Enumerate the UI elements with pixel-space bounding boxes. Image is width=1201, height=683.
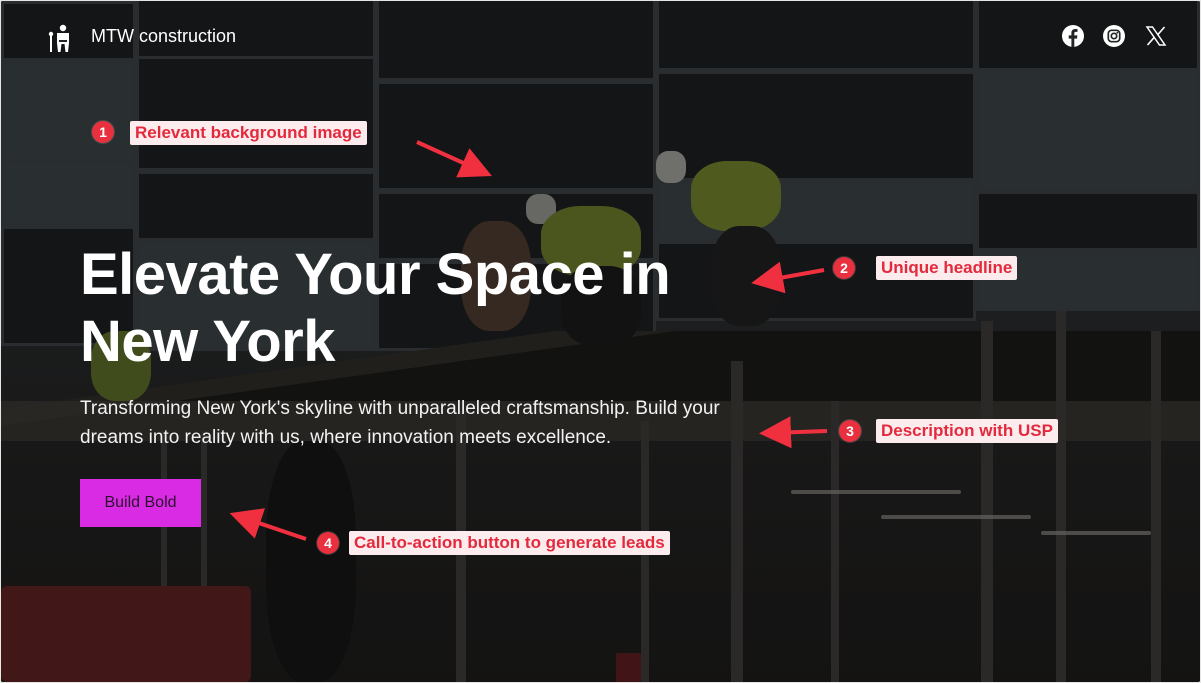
- brand-name[interactable]: MTW construction: [91, 26, 236, 47]
- build-bold-cta-button[interactable]: Build Bold: [80, 479, 201, 527]
- annotation-badge-4: 4: [317, 532, 339, 554]
- annotation-label-4: Call-to-action button to generate leads: [349, 531, 670, 555]
- annotation-badge-2: 2: [833, 257, 855, 279]
- hero-headline: Elevate Your Space in New York: [80, 242, 671, 374]
- landing-page-screenshot: MTW construction Elevate Your Space in N…: [1, 1, 1200, 682]
- annotation-badge-3: 3: [839, 420, 861, 442]
- worker-figure-icon: [48, 24, 69, 52]
- annotation-label-1: Relevant background image: [130, 121, 367, 145]
- annotation-badge-1: 1: [92, 121, 114, 143]
- hero-description: Transforming New York's skyline with unp…: [80, 398, 720, 448]
- x-icon[interactable]: [1144, 24, 1168, 48]
- annotation-label-2: Unique headline: [876, 256, 1018, 280]
- instagram-icon[interactable]: [1102, 24, 1126, 48]
- annotation-label-3: Description with USP: [876, 419, 1058, 443]
- facebook-icon[interactable]: [1061, 24, 1085, 48]
